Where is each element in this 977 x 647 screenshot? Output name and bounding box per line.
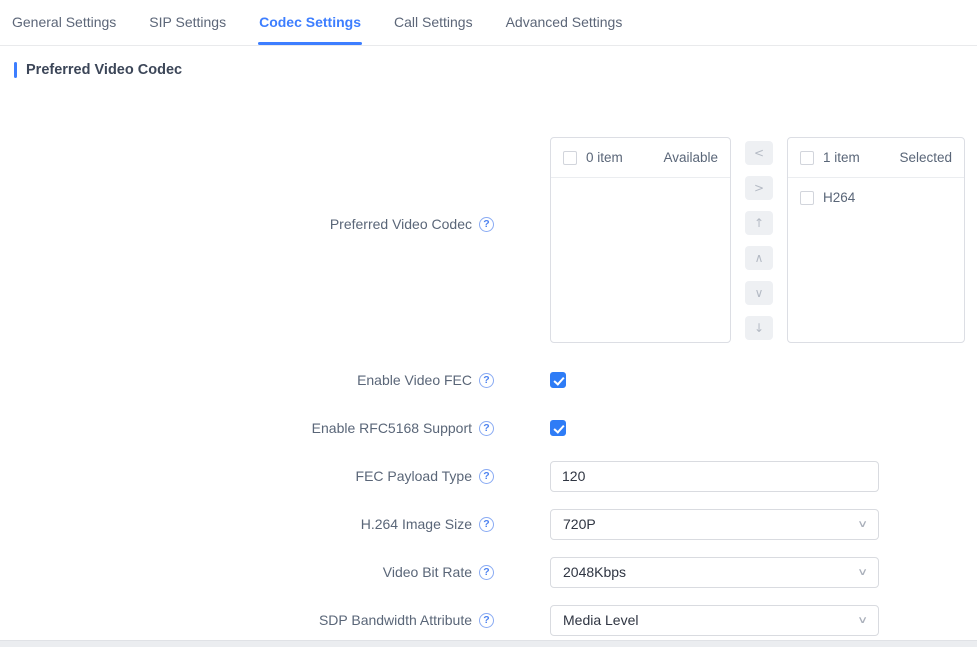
section-title: Preferred Video Codec: [26, 62, 182, 78]
row-enable-rfc5168: Enable RFC5168 Support ?: [0, 404, 977, 452]
help-icon[interactable]: ?: [479, 217, 494, 232]
enable-video-fec-checkbox[interactable]: [550, 372, 566, 388]
video-bit-rate-label: Video Bit Rate: [383, 564, 472, 580]
dropdown-chevron-icon: ∨: [857, 567, 868, 578]
video-bit-rate-value: 2048Kbps: [563, 564, 626, 580]
tab-call-settings[interactable]: Call Settings: [394, 0, 473, 45]
section-header: Preferred Video Codec: [14, 61, 977, 79]
move-to-top-button[interactable]: ↑: [745, 211, 773, 235]
help-icon[interactable]: ?: [479, 373, 494, 388]
available-list-header: 0 item Available: [551, 138, 730, 178]
list-item-h264[interactable]: H264: [788, 184, 964, 211]
chevron-left-icon: <: [754, 147, 764, 159]
row-sdp-bandwidth-attribute: SDP Bandwidth Attribute ? Media Level ∨: [0, 596, 977, 644]
row-video-bit-rate: Video Bit Rate ? 2048Kbps ∨: [0, 548, 977, 596]
help-icon[interactable]: ?: [479, 421, 494, 436]
tab-sip-settings[interactable]: SIP Settings: [149, 0, 226, 45]
arrow-up-icon: ↑: [754, 217, 764, 229]
selected-list-header: 1 item Selected: [788, 138, 964, 178]
tab-advanced-settings[interactable]: Advanced Settings: [506, 0, 623, 45]
chevron-right-icon: >: [754, 182, 764, 194]
h264-image-size-value: 720P: [563, 516, 596, 532]
move-down-button[interactable]: ∨: [745, 281, 773, 305]
enable-video-fec-label: Enable Video FEC: [357, 372, 472, 388]
move-left-button[interactable]: <: [745, 141, 773, 165]
move-right-button[interactable]: >: [745, 176, 773, 200]
help-icon[interactable]: ?: [479, 613, 494, 628]
selected-select-all-checkbox[interactable]: [800, 151, 814, 165]
help-icon[interactable]: ?: [479, 517, 494, 532]
available-list-body: [551, 178, 730, 184]
move-up-button[interactable]: ∧: [745, 246, 773, 270]
row-preferred-video-codec: Preferred Video Codec ? 0 item Available…: [0, 137, 977, 343]
row-h264-image-size: H.264 Image Size ? 720P ∨: [0, 500, 977, 548]
selected-list-body: H264: [788, 178, 964, 211]
tab-general-settings[interactable]: General Settings: [12, 0, 116, 45]
sdp-bandwidth-attribute-value: Media Level: [563, 612, 639, 628]
help-icon[interactable]: ?: [479, 469, 494, 484]
row-enable-video-fec: Enable Video FEC ?: [0, 356, 977, 404]
transfer-button-column: < > ↑ ∧ ∨ ↓: [745, 141, 773, 340]
fec-payload-type-input[interactable]: [550, 461, 879, 492]
sdp-bandwidth-attribute-label: SDP Bandwidth Attribute: [319, 612, 472, 628]
h264-label: H264: [823, 190, 855, 205]
selected-count: 1 item: [823, 150, 860, 165]
fec-payload-type-label: FEC Payload Type: [356, 468, 472, 484]
h264-checkbox[interactable]: [800, 191, 814, 205]
selected-codec-list: 1 item Selected H264: [787, 137, 965, 343]
available-select-all-checkbox[interactable]: [563, 151, 577, 165]
content-bottom-divider: [0, 640, 977, 647]
available-list-title: Available: [663, 150, 718, 165]
codec-transfer-widget: 0 item Available < > ↑ ∧: [550, 137, 965, 343]
video-bit-rate-select[interactable]: 2048Kbps ∨: [550, 557, 879, 588]
available-count: 0 item: [586, 150, 623, 165]
chevron-up-icon: ∧: [755, 252, 764, 264]
row-fec-payload-type: FEC Payload Type ?: [0, 452, 977, 500]
enable-rfc5168-label: Enable RFC5168 Support: [312, 420, 472, 436]
dropdown-chevron-icon: ∨: [857, 519, 868, 530]
help-icon[interactable]: ?: [479, 565, 494, 580]
selected-list-title: Selected: [899, 150, 952, 165]
h264-image-size-select[interactable]: 720P ∨: [550, 509, 879, 540]
sdp-bandwidth-attribute-select[interactable]: Media Level ∨: [550, 605, 879, 636]
preferred-video-codec-label: Preferred Video Codec: [330, 216, 472, 232]
enable-rfc5168-checkbox[interactable]: [550, 420, 566, 436]
h264-image-size-label: H.264 Image Size: [361, 516, 472, 532]
arrow-down-icon: ↓: [754, 322, 764, 334]
dropdown-chevron-icon: ∨: [857, 615, 868, 626]
tab-codec-settings[interactable]: Codec Settings: [259, 0, 361, 45]
settings-tab-bar: General Settings SIP Settings Codec Sett…: [0, 0, 977, 46]
chevron-down-icon: ∨: [755, 287, 764, 299]
section-accent-bar: [14, 62, 17, 78]
available-codec-list: 0 item Available: [550, 137, 731, 343]
move-to-bottom-button[interactable]: ↓: [745, 316, 773, 340]
